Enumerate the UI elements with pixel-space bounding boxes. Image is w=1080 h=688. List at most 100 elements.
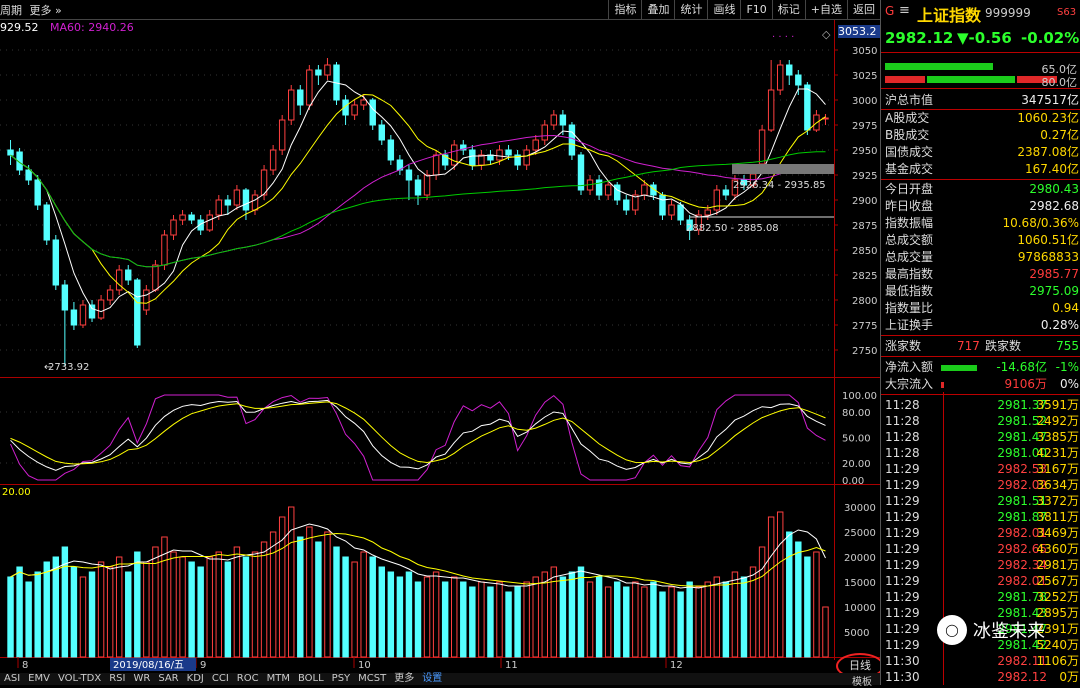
candle-body: [134, 279, 141, 346]
tick-volume: 2981万: [1036, 558, 1079, 572]
tick-price: 2982.34: [997, 558, 1047, 572]
indicator-tab-11[interactable]: PSY: [328, 673, 355, 685]
volume-bar: [360, 551, 367, 658]
indicator-tab-7[interactable]: CCI: [208, 673, 233, 685]
tick-volume: 3167万: [1036, 462, 1079, 476]
template-tab[interactable]: 模板: [852, 673, 872, 688]
stat-row: 指数量比 0.94: [881, 300, 1080, 317]
volume-bar: [740, 576, 748, 658]
stat-label: 指数振幅: [885, 216, 934, 230]
tick-time: 11:29: [885, 526, 920, 540]
price-tick-label: 2875: [852, 221, 877, 232]
stat-label: 沪总市值: [885, 93, 934, 107]
dot-marker: · · · ·: [772, 32, 794, 43]
volume-bar: [106, 566, 114, 658]
indicator-tab-3[interactable]: RSI: [105, 673, 129, 685]
price-tick-label: 2975: [852, 121, 877, 132]
divider: [881, 88, 1080, 89]
kdj-tick-label: 0.00: [842, 476, 864, 487]
stock-code: 999999: [985, 6, 1031, 20]
diamond-icon[interactable]: ◇: [822, 28, 830, 41]
indicator-tab-12[interactable]: MCST: [354, 673, 390, 685]
candle-body: [224, 199, 232, 206]
candle-body: [722, 189, 730, 196]
kdj-tick-label: 50.00: [842, 434, 871, 445]
candle-body: [786, 64, 793, 76]
vol-ma-5: [10, 523, 826, 589]
tick-volume: 2567万: [1036, 574, 1079, 588]
candle-body: [25, 169, 32, 181]
volume-bar: [134, 551, 141, 658]
stat-value: 347517亿: [1021, 93, 1079, 107]
volume-bar: [315, 541, 322, 658]
stat-row: 今日开盘 2980.43: [881, 181, 1080, 198]
volume-bar: [541, 571, 548, 658]
candle-body: [161, 234, 168, 266]
price-tick-label: 3025: [852, 71, 877, 82]
flow-pct: -1%: [1055, 360, 1079, 374]
volume-bar: [206, 556, 213, 658]
candle-body: [179, 214, 186, 221]
indicator-tab-6[interactable]: KDJ: [183, 673, 208, 685]
volume-bar: [432, 571, 440, 658]
menu-icon[interactable]: ≡: [899, 3, 910, 18]
volume-bar: [52, 556, 60, 658]
stat-label: 基金成交: [885, 162, 934, 176]
candle-body: [125, 269, 132, 281]
candle-body: [469, 149, 476, 166]
indicator-tab-14[interactable]: 设置: [418, 673, 446, 685]
volume-bar: [623, 586, 630, 658]
candle-body: [79, 304, 87, 326]
candle-body: [152, 264, 159, 291]
candle-body: [306, 69, 313, 106]
tick-time: 11:30: [885, 654, 920, 668]
volume-bar: [731, 571, 739, 658]
chart-area[interactable]: 周期 更多 » 指标 叠加 统计 画线 F10 标记 +自选 返回 929.52 MA60: …: [0, 0, 884, 688]
indicator-tab-4[interactable]: WR: [129, 673, 154, 685]
indicator-tab-13[interactable]: 更多: [390, 673, 418, 685]
volume-bar: [369, 556, 376, 658]
tick-row: 11:29 2981.51 3372万: [881, 493, 1080, 509]
indicator-tab-5[interactable]: SAR: [154, 673, 182, 685]
volume-bar: [251, 551, 259, 658]
volume-bar: [659, 591, 666, 658]
volume-bar: [595, 576, 603, 658]
tick-volume: 0万: [1059, 670, 1079, 684]
tick-time: 11:29: [885, 494, 920, 508]
volume-bar: [514, 586, 521, 658]
volume-bar: [813, 551, 820, 658]
indicator-tab-8[interactable]: ROC: [233, 673, 263, 685]
volume-bar: [641, 586, 648, 658]
volume-bar: [387, 571, 395, 658]
candle-body: [251, 194, 259, 211]
tick-price: 2981.87: [997, 510, 1047, 524]
indicator-tabs: ASI EMV VOL-TDX RSI WR SAR KDJ CCI ROC MTM BOLL PSY…: [0, 673, 880, 685]
flow-bar: [941, 365, 977, 371]
stat-label: B股成交: [885, 128, 930, 142]
candle-body: [568, 124, 576, 156]
low-label: 2733.92: [48, 362, 89, 373]
x-tick-label: 12: [670, 660, 683, 671]
volume-bar: [306, 526, 313, 658]
candle-body: [541, 124, 548, 141]
candle-body: [532, 139, 539, 151]
volume-bar: [523, 581, 530, 658]
volume-bar: [25, 581, 32, 658]
indicator-tab-2[interactable]: VOL-TDX: [54, 673, 105, 685]
stat-label: 国债成交: [885, 145, 934, 159]
candle-body: [106, 289, 114, 301]
indicator-tab-0[interactable]: ASI: [0, 673, 24, 685]
chart-svg[interactable]: 3050 3025 3000 2975 2950 2925 2900 2875 2850 2825…: [0, 0, 880, 685]
quote-panel: G ≡ 上证指数 999999 S63 2982.12 ▼-0.56 -0.02…: [880, 0, 1080, 685]
indicator-tab-9[interactable]: MTM: [263, 673, 294, 685]
breadth-row: 涨家数 717 跌家数 755: [881, 338, 1080, 355]
volume-bar: [451, 576, 458, 658]
indicator-tab-10[interactable]: BOLL: [294, 673, 328, 685]
tick-row: 11:28 2981.00 4231万: [881, 445, 1080, 461]
kdj-tick-label: 20.00: [842, 459, 871, 470]
candle-body: [88, 304, 96, 319]
indicator-tab-1[interactable]: EMV: [24, 673, 54, 685]
volume-bar: [532, 576, 539, 658]
volume-bar: [804, 556, 811, 658]
gap-label-2: 2882.50 - 2885.08: [686, 223, 779, 234]
